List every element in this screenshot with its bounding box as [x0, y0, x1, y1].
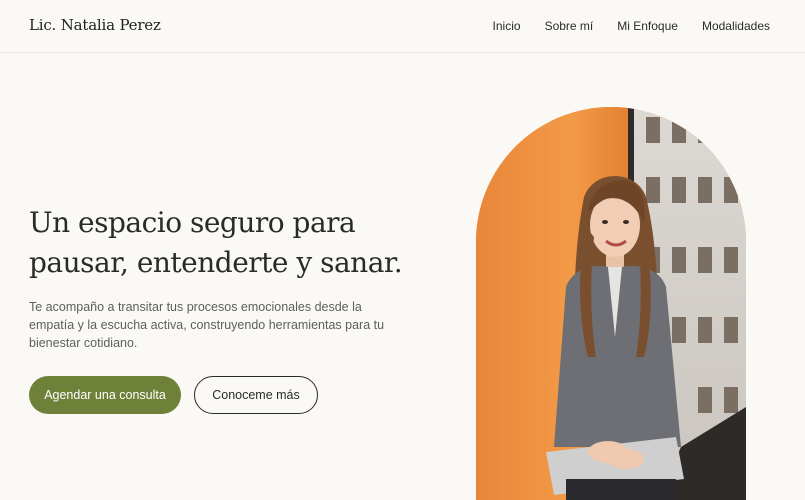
hero-description-line: Te acompaño a transitar tus procesos emo…: [29, 300, 362, 314]
learn-more-button[interactable]: Conoceme más: [194, 376, 318, 414]
nav-link-inicio[interactable]: Inicio: [493, 19, 521, 33]
portrait-illustration: [476, 107, 746, 500]
nav-link-modalidades[interactable]: Modalidades: [702, 19, 770, 33]
hero-description-line: empatía y la escucha activa, construyend…: [29, 318, 385, 332]
hero-title: Un espacio seguro para pausar, entendert…: [29, 203, 449, 283]
nav-link-mi-enfoque[interactable]: Mi Enfoque: [617, 19, 678, 33]
hero-description: Te acompaño a transitar tus procesos emo…: [29, 298, 389, 352]
nav-link-sobre-mi[interactable]: Sobre mí: [545, 19, 594, 33]
therapist-photo: [476, 107, 746, 500]
hero-title-line: Un espacio seguro para: [29, 206, 356, 239]
hero-title-line: pausar, entenderte y sanar.: [29, 246, 403, 279]
site-header: Lic. Natalia Perez Inicio Sobre mí Mi En…: [0, 0, 805, 53]
site-logo[interactable]: Lic. Natalia Perez: [29, 16, 161, 34]
main-nav: Inicio Sobre mí Mi Enfoque Modalidades: [493, 19, 770, 33]
hero-description-line: bienestar cotidiano.: [29, 336, 138, 350]
book-consultation-button[interactable]: Agendar una consulta: [29, 376, 181, 414]
